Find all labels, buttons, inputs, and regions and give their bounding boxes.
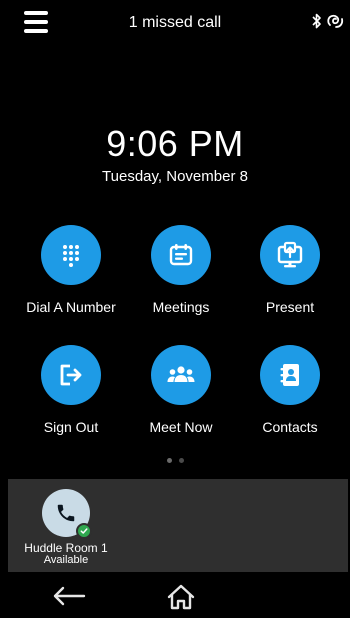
present-circle[interactable] [260,225,320,285]
calendar-icon [169,244,193,266]
bluetooth-icon [312,13,321,29]
check-icon [80,528,88,534]
phone-screen: 1 missed call 9:06 PM Tuesday, November … [0,0,350,618]
sign-out-label: Sign Out [43,419,99,435]
contacts-label: Contacts [262,419,318,435]
dial-a-number-button[interactable]: Dial A Number [16,225,126,315]
missed-call-notification[interactable]: 1 missed call [0,14,350,32]
bottom-navigation [8,572,348,618]
meet-now-label: Meet Now [149,419,213,435]
sign-out-icon [60,364,82,386]
device-avatar [42,489,92,539]
dial-a-number-circle[interactable] [41,225,101,285]
home-icon[interactable] [166,584,196,610]
back-arrow-icon[interactable] [52,586,86,606]
meetings-circle[interactable] [151,225,211,285]
status-icons [312,13,344,29]
meetings-label: Meetings [152,299,210,315]
present-icon [277,241,303,268]
available-status-icon [76,523,92,539]
meetings-button[interactable]: Meetings [126,225,236,315]
present-label: Present [265,299,315,315]
sign-out-button[interactable]: Sign Out [16,345,126,435]
device-tray: Huddle Room 1 Available [8,479,348,572]
meet-now-button[interactable]: Meet Now [126,345,236,435]
meet-now-circle[interactable] [151,345,211,405]
page-indicator [0,458,350,463]
proximity-icon [327,14,344,28]
page-dot-1[interactable] [166,458,172,463]
phone-icon [57,504,75,522]
dialpad-icon [63,245,79,267]
dial-a-number-label: Dial A Number [26,299,116,315]
present-button[interactable]: Present [235,225,345,315]
contacts-button[interactable]: Contacts [235,345,345,435]
group-icon [167,366,195,382]
device-huddle-room[interactable]: Huddle Room 1 Available [14,489,118,566]
clock-time: 9:06 PM [106,123,244,164]
device-name: Huddle Room 1 [24,541,108,555]
contacts-circle[interactable] [260,345,320,405]
status-bar: 1 missed call [0,0,350,46]
clock-date: Tuesday, November 8 [102,168,248,185]
contacts-icon [280,364,299,386]
sign-out-circle[interactable] [41,345,101,405]
device-status: Available [43,554,89,566]
page-dot-2[interactable] [178,458,184,463]
